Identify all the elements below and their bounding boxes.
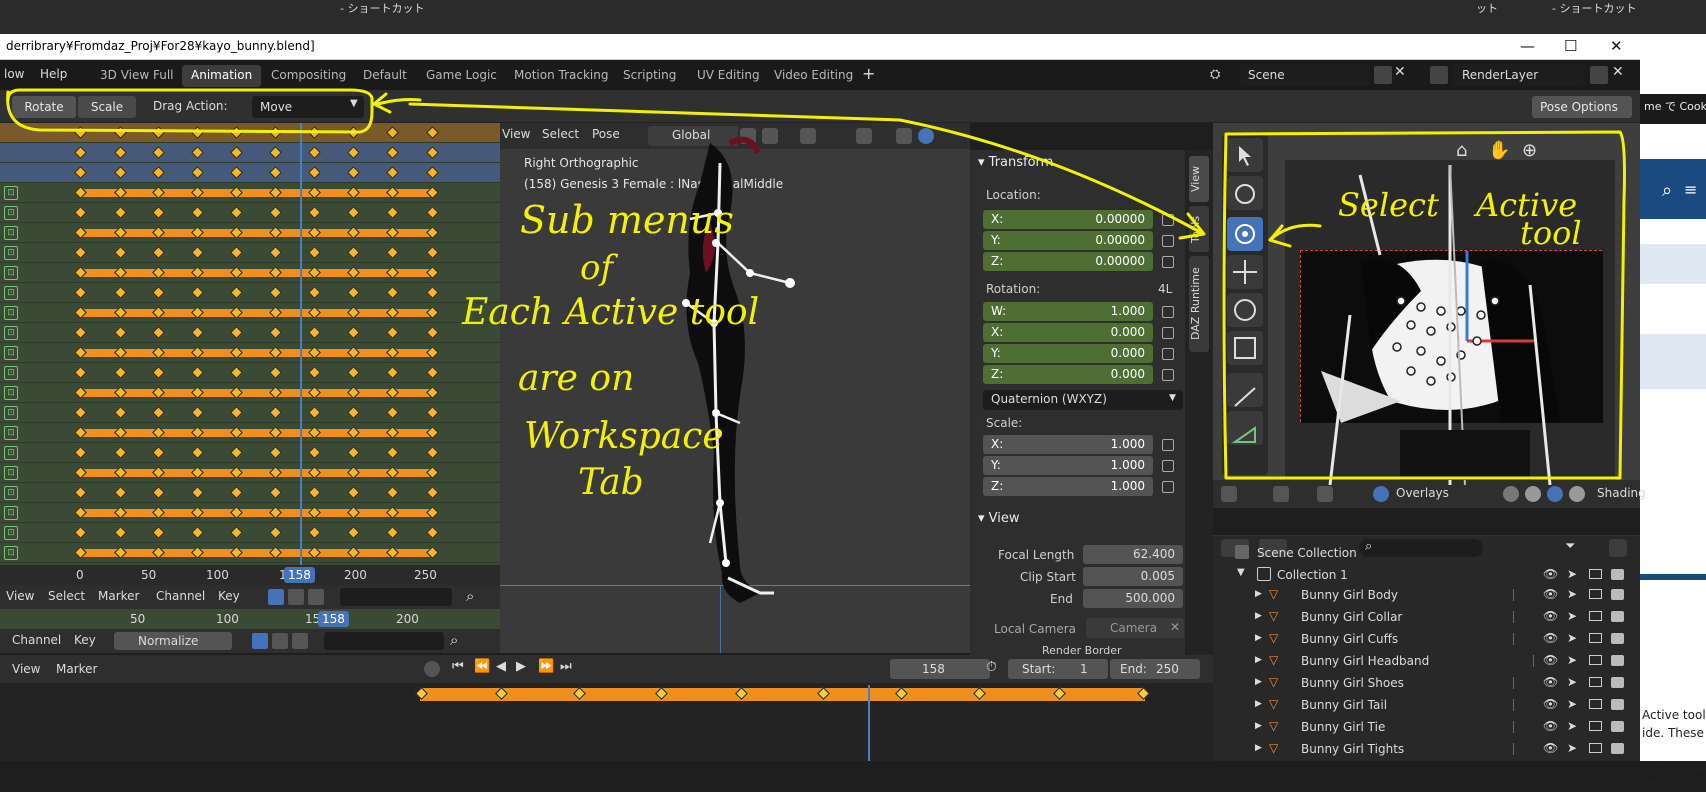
annotation-text: Select — [1338, 186, 1439, 224]
background-text: / (the view — [1642, 760, 1706, 774]
annotation-text: of — [580, 248, 614, 288]
annotation-text: Each Active tool — [462, 292, 760, 333]
annotation-text: Sub menus — [520, 198, 734, 242]
annotation-drawings — [6, 88, 1626, 480]
annotation-text: tool — [1520, 214, 1582, 252]
annotation-text: Workspace — [524, 416, 724, 457]
annotation-text: are on — [518, 358, 635, 399]
background-text: often hide — [1642, 778, 1703, 792]
annotation-text: Tab — [578, 462, 644, 503]
